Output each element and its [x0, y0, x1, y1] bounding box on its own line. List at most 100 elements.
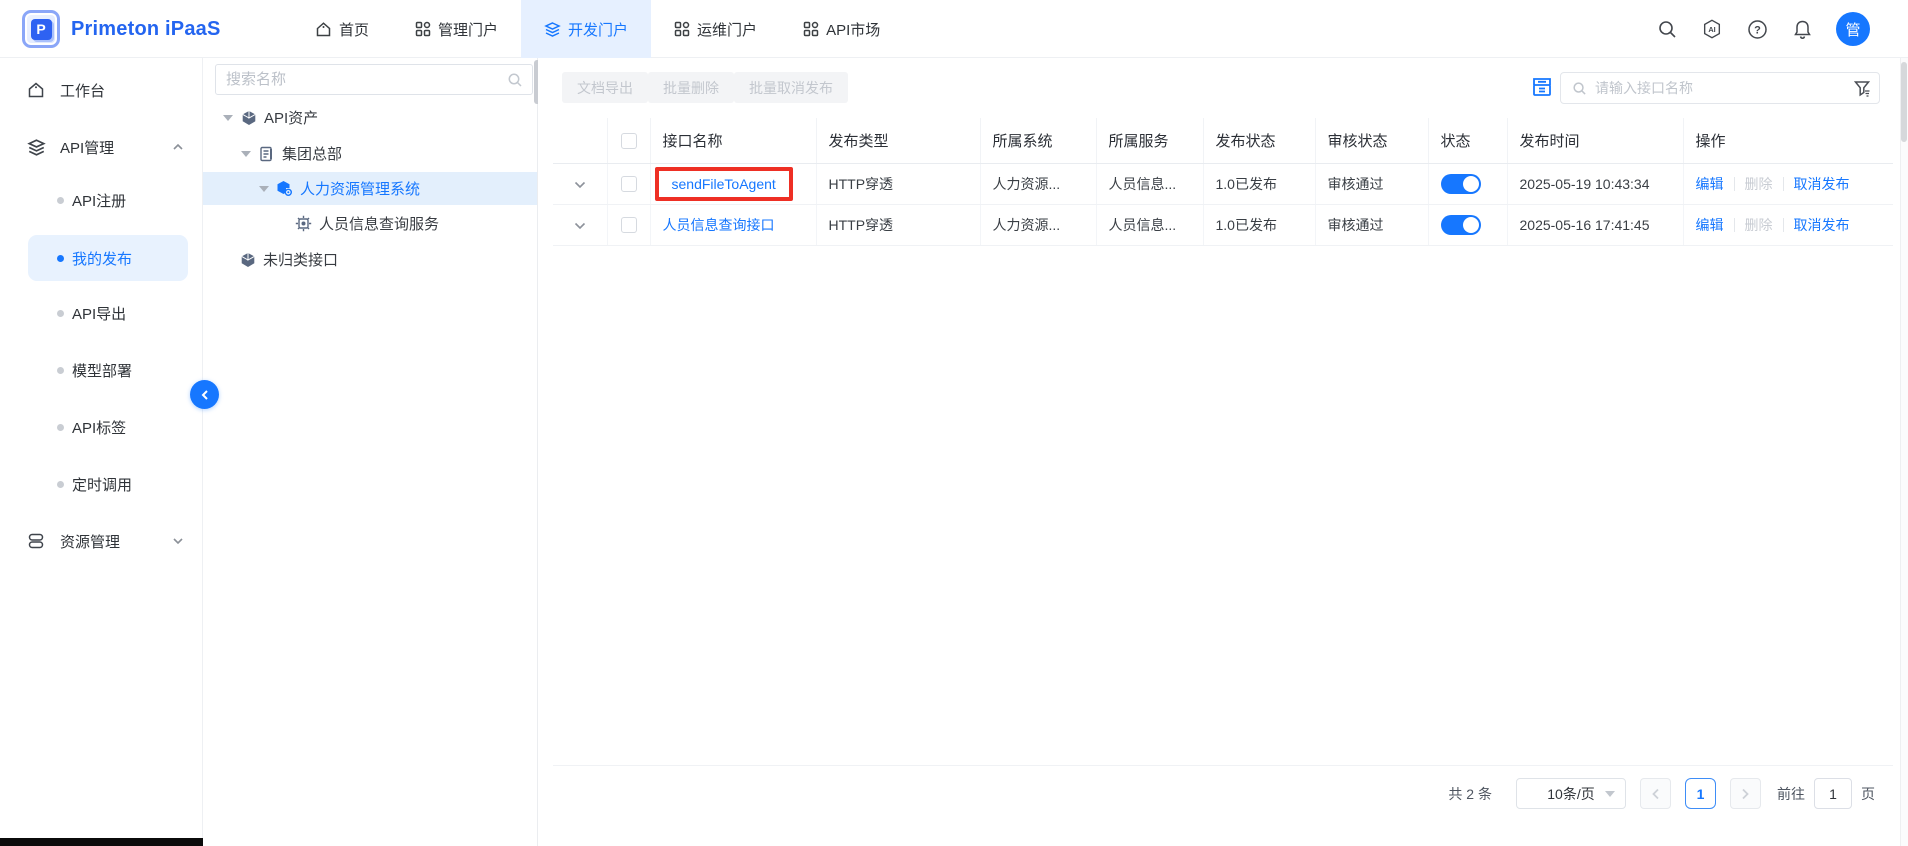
brand-title: Primeton iPaaS [71, 18, 221, 41]
publish-type-cell: HTTP穿透 [816, 163, 980, 204]
nav-item-admin-portal[interactable]: 管理门户 [392, 0, 521, 58]
layers-icon [544, 21, 561, 38]
status-toggle[interactable] [1441, 174, 1481, 194]
sidebar-item-api-export[interactable]: API导出 [0, 297, 203, 329]
nav-label: 运维门户 [697, 19, 757, 40]
tree-node-api-assets[interactable]: API资产 [203, 101, 537, 134]
funnel-icon[interactable] [1854, 80, 1870, 97]
nav-label: API市场 [826, 19, 880, 40]
actions-cell: 编辑 删除 取消发布 [1683, 204, 1893, 245]
sidebar-item-label: 工作台 [60, 80, 105, 101]
search-icon [507, 72, 523, 88]
select-all-checkbox[interactable] [621, 133, 637, 149]
svg-text:AI: AI [1708, 25, 1715, 34]
row-checkbox[interactable] [621, 217, 637, 233]
pagination-bar: 共 2 条 10条/页 1 前往 页 [553, 765, 1893, 821]
tree-node-unclassified[interactable]: 未归类接口 [203, 243, 537, 276]
sidebar-item-resource-management[interactable]: 资源管理 [0, 525, 203, 557]
api-name-link[interactable]: 人员信息查询接口 [663, 217, 775, 233]
chevron-down-icon[interactable] [574, 222, 586, 230]
prev-page-button[interactable] [1640, 778, 1671, 809]
page-size-select[interactable]: 10条/页 [1516, 778, 1626, 809]
unpublish-link[interactable]: 取消发布 [1794, 174, 1850, 194]
next-page-button[interactable] [1730, 778, 1761, 809]
layers-icon [26, 137, 46, 157]
sidebar-item-model-deploy[interactable]: 模型部署 [0, 354, 203, 386]
interface-name-search-input[interactable] [1595, 73, 1835, 103]
app-window: P Primeton iPaaS 首页 管理门户 开发门户 运维门户 [0, 0, 1908, 846]
sidebar-collapse-button[interactable] [190, 380, 219, 409]
grid-icon [803, 21, 819, 37]
notification-bell-icon[interactable] [1791, 18, 1813, 40]
sidebar-item-api-register[interactable]: API注册 [0, 184, 203, 216]
status-cell [1428, 163, 1507, 204]
sidebar-item-label: 定时调用 [72, 474, 132, 495]
status-toggle[interactable] [1441, 215, 1481, 235]
chevron-up-icon [171, 140, 185, 154]
goto-page-input[interactable] [1814, 778, 1852, 809]
delete-link[interactable]: 删除 [1745, 215, 1773, 235]
main-content: 文档导出 批量删除 批量取消发布 [538, 58, 1908, 846]
batch-delete-button[interactable]: 批量删除 [648, 72, 734, 103]
bottom-strip [0, 838, 203, 846]
audit-status-cell: 审核通过 [1315, 163, 1428, 204]
cube-icon [240, 109, 257, 126]
name-cell: sendFileToAgent [650, 163, 816, 204]
actions-cell: 编辑 删除 取消发布 [1683, 163, 1893, 204]
caret-down-icon[interactable] [223, 115, 233, 121]
chevron-down-icon[interactable] [574, 181, 586, 189]
cube-icon [239, 251, 256, 268]
browser-scrollbar[interactable] [1900, 58, 1908, 846]
api-name-link[interactable]: sendFileToAgent [672, 176, 776, 192]
delete-link[interactable]: 删除 [1745, 174, 1773, 194]
bullet-dot-icon [57, 310, 64, 317]
nav-item-dev-portal[interactable]: 开发门户 [521, 0, 651, 58]
brand[interactable]: P Primeton iPaaS [22, 0, 221, 58]
unpublish-link[interactable]: 取消发布 [1794, 215, 1850, 235]
search-icon [1572, 81, 1587, 96]
search-icon[interactable] [1656, 18, 1678, 40]
bullet-dot-icon [57, 367, 64, 374]
publish-time-cell: 2025-05-16 17:41:45 [1507, 204, 1683, 245]
sidebar-item-scheduled-call[interactable]: 定时调用 [0, 468, 203, 500]
brand-logo-icon: P [22, 10, 60, 48]
status-cell [1428, 204, 1507, 245]
column-header-publish-time: 发布时间 [1507, 118, 1683, 163]
tree-node-hr-system[interactable]: 人力资源管理系统 [203, 172, 537, 205]
ai-assistant-icon[interactable]: AI [1701, 18, 1723, 40]
service-cell: 人员信息... [1096, 204, 1203, 245]
sidebar-item-my-publications[interactable]: 我的发布 [28, 235, 188, 281]
caret-down-icon[interactable] [241, 151, 251, 157]
batch-unpublish-button[interactable]: 批量取消发布 [734, 72, 848, 103]
help-icon[interactable]: ? [1746, 18, 1768, 40]
scrollbar-thumb[interactable] [1901, 62, 1907, 142]
column-header-actions: 操作 [1683, 118, 1893, 163]
nav-item-home[interactable]: 首页 [292, 0, 392, 58]
column-header-audit-status: 审核状态 [1315, 118, 1428, 163]
avatar[interactable]: 管 [1836, 12, 1870, 46]
sidebar-item-api-management[interactable]: API管理 [0, 131, 203, 163]
sidebar-item-api-tags[interactable]: API标签 [0, 411, 203, 443]
sidebar-item-workbench[interactable]: 工作台 [0, 74, 203, 106]
edit-link[interactable]: 编辑 [1696, 174, 1724, 194]
tree-node-person-info-service[interactable]: 人员信息查询服务 [203, 207, 537, 240]
api-asset-tree-panel: API资产 集团总部 人力资源管理系统 人员信息查询服务 未 [203, 58, 537, 846]
column-header-publish-status: 发布状态 [1203, 118, 1315, 163]
annotation-red-box: sendFileToAgent [655, 167, 793, 201]
document-export-icon[interactable] [1530, 75, 1554, 99]
bullet-dot-icon [57, 481, 64, 488]
nav-item-ops-portal[interactable]: 运维门户 [651, 0, 780, 58]
tree-node-group-hq[interactable]: 集团总部 [203, 137, 537, 170]
edit-link[interactable]: 编辑 [1696, 215, 1724, 235]
caret-down-icon[interactable] [259, 186, 269, 192]
current-page-button[interactable]: 1 [1685, 778, 1716, 809]
publish-type-cell: HTTP穿透 [816, 204, 980, 245]
tree-search-input[interactable] [226, 65, 496, 94]
goto-label: 前往 [1777, 784, 1805, 804]
home-icon [315, 21, 332, 38]
publish-status-cell: 1.0已发布 [1203, 163, 1315, 204]
doc-export-button[interactable]: 文档导出 [562, 72, 648, 103]
sidebar: 工作台 API管理 API注册 我的发布 API导出 模型部署 [0, 58, 203, 838]
nav-item-api-market[interactable]: API市场 [780, 0, 903, 58]
row-checkbox[interactable] [621, 176, 637, 192]
